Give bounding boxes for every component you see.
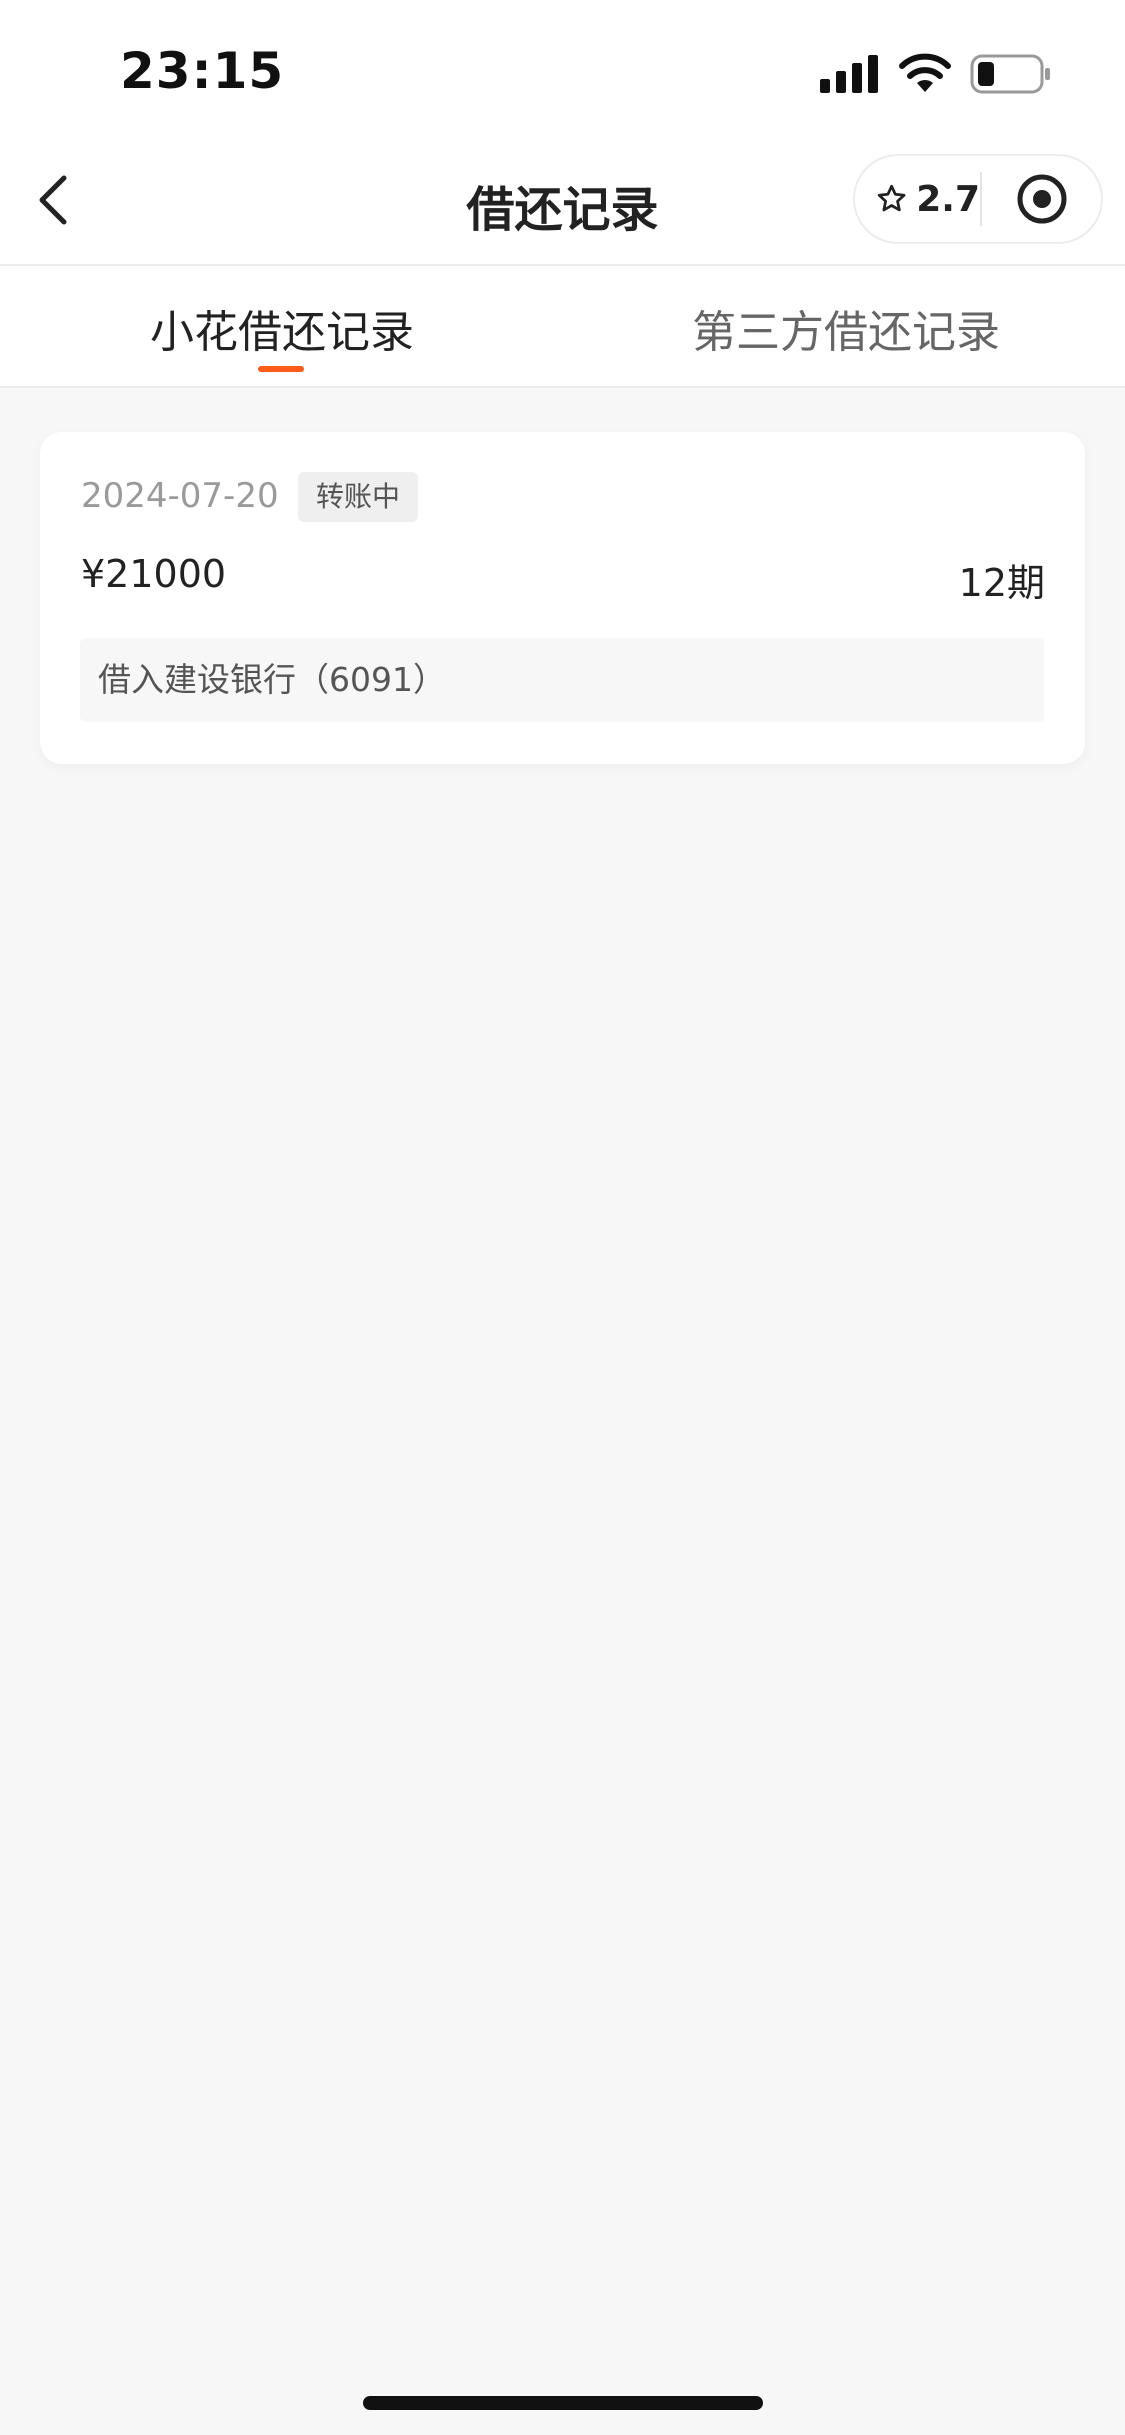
record-amount: ¥21000 bbox=[81, 552, 227, 596]
tab-xiaohua-records[interactable]: 小花借还记录 bbox=[150, 296, 414, 360]
close-mini-program-button[interactable] bbox=[982, 156, 1101, 242]
nav-bar: 借还记录 2.7 bbox=[0, 150, 1125, 264]
active-tab-indicator bbox=[258, 366, 304, 372]
rating-value: 2.7 bbox=[916, 178, 980, 220]
record-date: 2024-07-20 bbox=[81, 476, 279, 516]
wifi-icon bbox=[899, 53, 951, 92]
star-icon bbox=[877, 184, 906, 212]
status-badge: 转账中 bbox=[298, 472, 419, 522]
status-bar: 23:15 bbox=[0, 0, 1125, 150]
signal-icon bbox=[820, 55, 878, 93]
status-time: 23:15 bbox=[120, 42, 285, 100]
home-indicator bbox=[363, 2396, 763, 2410]
tab-third-party-records[interactable]: 第三方借还记录 bbox=[692, 296, 1000, 360]
record-tabs: 小花借还记录 第三方借还记录 bbox=[0, 264, 1125, 388]
target-icon bbox=[1017, 174, 1066, 224]
record-account: 借入建设银行（6091） bbox=[80, 638, 1044, 722]
rating-button[interactable]: 2.7 bbox=[855, 156, 980, 242]
battery-icon bbox=[970, 54, 1050, 94]
record-periods: 12期 bbox=[958, 561, 1045, 605]
record-card[interactable]: 2024-07-20 转账中 ¥21000 12期 借入建设银行（6091） bbox=[40, 432, 1085, 764]
mini-program-capsule: 2.7 bbox=[853, 154, 1103, 244]
